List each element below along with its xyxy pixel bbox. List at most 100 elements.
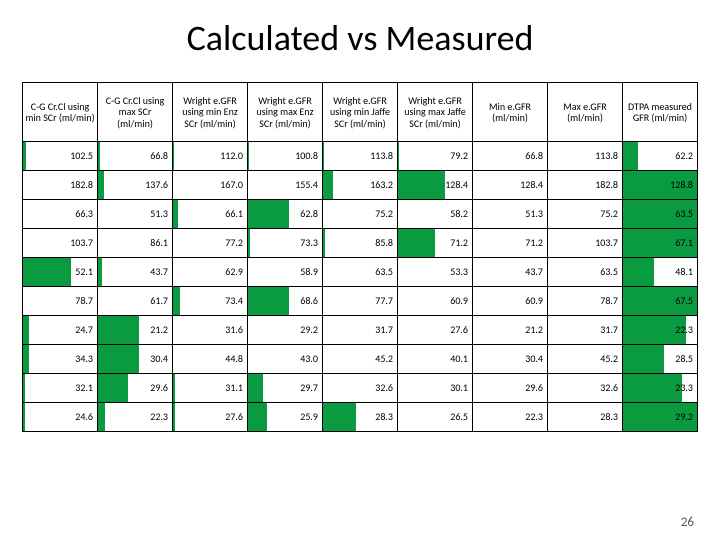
- cell-value: 163.2: [323, 179, 397, 191]
- table-row: 103.786.177.273.385.871.271.2103.767.1: [23, 229, 698, 258]
- slide: Calculated vs Measured C-G Cr.Cl using m…: [0, 0, 720, 540]
- cell: 62.9: [173, 258, 248, 287]
- cell-value: 45.2: [323, 353, 397, 365]
- cell-value: 73.3: [248, 237, 322, 249]
- cell-value: 77.7: [323, 295, 397, 307]
- cell: 66.1: [173, 200, 248, 229]
- table-row: 52.143.762.958.963.553.343.763.548.1: [23, 258, 698, 287]
- cell-value: 58.2: [398, 208, 472, 220]
- col-header: C-G Cr.Cl using min SCr (ml/min): [23, 83, 98, 142]
- cell: 128.8: [623, 171, 698, 200]
- cell-value: 28.5: [623, 353, 697, 365]
- cell: 68.6: [248, 287, 323, 316]
- cell: 23.3: [623, 374, 698, 403]
- cell: 62.2: [623, 142, 698, 171]
- cell: 43.7: [98, 258, 173, 287]
- cell-value: 30.1: [398, 382, 472, 394]
- col-header: Wright e.GFR using min Jaffe SCr (ml/min…: [323, 83, 398, 142]
- cell: 29.7: [248, 374, 323, 403]
- cell-value: 51.3: [473, 208, 547, 220]
- cell-value: 103.7: [23, 237, 97, 249]
- col-header: Max e.GFR (ml/min): [548, 83, 623, 142]
- cell-value: 23.3: [623, 382, 697, 394]
- cell-value: 53.3: [398, 266, 472, 278]
- cell: 103.7: [23, 229, 98, 258]
- cell: 28.3: [548, 403, 623, 432]
- cell: 32.6: [323, 374, 398, 403]
- cell-value: 62.8: [248, 208, 322, 220]
- cell: 58.9: [248, 258, 323, 287]
- cell-value: 128.4: [398, 179, 472, 191]
- cell-value: 66.1: [173, 208, 247, 220]
- table-row: 102.566.8112.0100.8113.879.266.8113.862.…: [23, 142, 698, 171]
- cell: 51.3: [473, 200, 548, 229]
- cell-value: 85.8: [323, 237, 397, 249]
- cell-value: 100.8: [248, 150, 322, 162]
- cell: 112.0: [173, 142, 248, 171]
- cell-value: 182.8: [548, 179, 622, 191]
- table-row: 24.721.231.629.231.727.621.231.722.3: [23, 316, 698, 345]
- cell: 67.5: [623, 287, 698, 316]
- cell-value: 66.8: [98, 150, 172, 162]
- cell-value: 29.2: [623, 411, 697, 423]
- cell-value: 79.2: [398, 150, 472, 162]
- cell-value: 182.8: [23, 179, 97, 191]
- cell: 67.1: [623, 229, 698, 258]
- col-header: DTPA measured GFR (ml/min): [623, 83, 698, 142]
- cell-value: 27.6: [398, 324, 472, 336]
- cell-value: 155.4: [248, 179, 322, 191]
- cell-value: 31.1: [173, 382, 247, 394]
- cell-value: 29.6: [473, 382, 547, 394]
- cell: 29.6: [473, 374, 548, 403]
- cell-value: 113.8: [323, 150, 397, 162]
- col-header: Wright e.GFR using min Enz SCr (ml/min): [173, 83, 248, 142]
- cell: 128.4: [398, 171, 473, 200]
- cell: 102.5: [23, 142, 98, 171]
- slide-title: Calculated vs Measured: [22, 16, 698, 60]
- cell: 31.7: [323, 316, 398, 345]
- cell: 77.2: [173, 229, 248, 258]
- cell: 40.1: [398, 345, 473, 374]
- cell: 86.1: [98, 229, 173, 258]
- cell: 51.3: [98, 200, 173, 229]
- cell-value: 28.3: [323, 411, 397, 423]
- cell-value: 31.6: [173, 324, 247, 336]
- cell: 61.7: [98, 287, 173, 316]
- cell-value: 75.2: [548, 208, 622, 220]
- cell-value: 61.7: [98, 295, 172, 307]
- cell: 75.2: [323, 200, 398, 229]
- cell-value: 22.3: [473, 411, 547, 423]
- cell: 30.1: [398, 374, 473, 403]
- table-row: 34.330.444.843.045.240.130.445.228.5: [23, 345, 698, 374]
- table-row: 182.8137.6167.0155.4163.2128.4128.4182.8…: [23, 171, 698, 200]
- cell-value: 103.7: [548, 237, 622, 249]
- cell: 43.0: [248, 345, 323, 374]
- cell-value: 31.7: [548, 324, 622, 336]
- cell-value: 24.7: [23, 324, 97, 336]
- cell-value: 58.9: [248, 266, 322, 278]
- cell: 53.3: [398, 258, 473, 287]
- cell: 22.3: [623, 316, 698, 345]
- cell: 71.2: [473, 229, 548, 258]
- cell-value: 26.5: [398, 411, 472, 423]
- table-row: 24.622.327.625.928.326.522.328.329.2: [23, 403, 698, 432]
- cell-value: 43.0: [248, 353, 322, 365]
- cell: 155.4: [248, 171, 323, 200]
- cell-value: 60.9: [398, 295, 472, 307]
- col-header: C-G Cr.Cl using max SCr (ml/min): [98, 83, 173, 142]
- cell: 103.7: [548, 229, 623, 258]
- cell: 28.5: [623, 345, 698, 374]
- cell-value: 67.1: [623, 237, 697, 249]
- cell: 45.2: [323, 345, 398, 374]
- cell-value: 63.5: [323, 266, 397, 278]
- cell: 60.9: [473, 287, 548, 316]
- cell-value: 78.7: [23, 295, 97, 307]
- cell-value: 52.1: [23, 266, 97, 278]
- cell: 63.5: [323, 258, 398, 287]
- cell-value: 112.0: [173, 150, 247, 162]
- cell-value: 71.2: [398, 237, 472, 249]
- cell: 66.8: [473, 142, 548, 171]
- col-header: Min e.GFR (ml/min): [473, 83, 548, 142]
- cell: 71.2: [398, 229, 473, 258]
- cell: 31.1: [173, 374, 248, 403]
